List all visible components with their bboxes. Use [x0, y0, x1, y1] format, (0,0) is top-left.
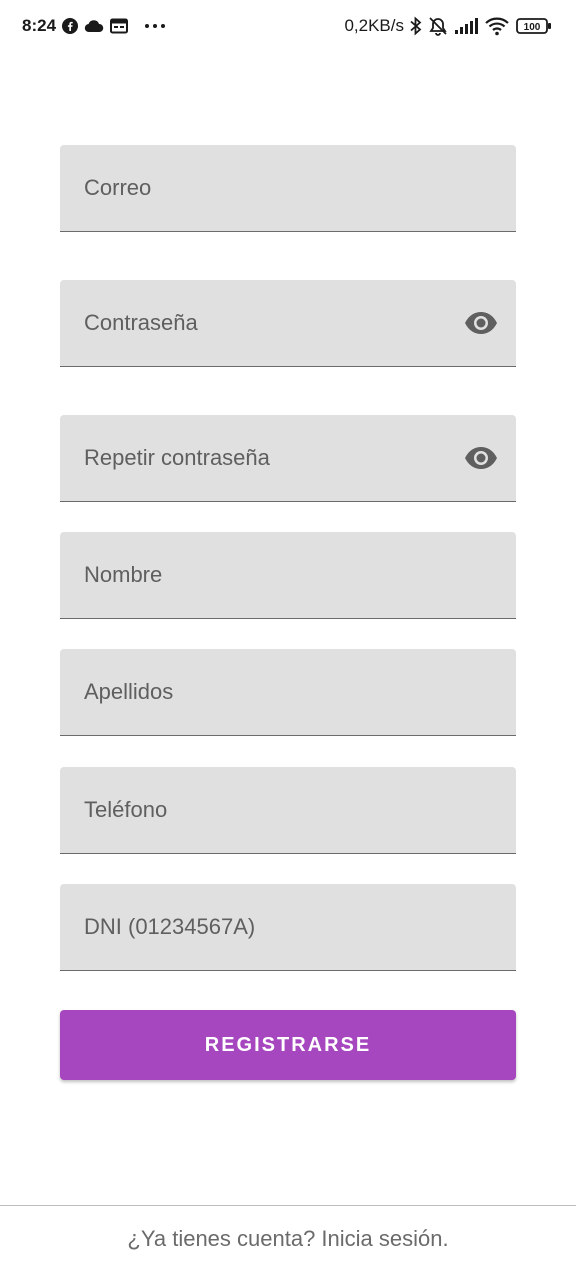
password-field[interactable] — [60, 280, 516, 367]
repeat-password-field[interactable] — [60, 415, 516, 502]
repeat-password-input[interactable] — [60, 415, 516, 501]
network-speed: 0,2KB/s — [344, 16, 404, 35]
toggle-repeat-password-visibility-icon[interactable] — [464, 441, 498, 475]
surname-input[interactable] — [60, 649, 516, 735]
name-field[interactable] — [60, 532, 516, 619]
mute-icon — [428, 16, 448, 36]
phone-field[interactable] — [60, 767, 516, 854]
phone-input[interactable] — [60, 767, 516, 853]
surname-field[interactable] — [60, 649, 516, 736]
footer-divider — [0, 1205, 576, 1206]
name-input[interactable] — [60, 532, 516, 618]
toggle-password-visibility-icon[interactable] — [464, 306, 498, 340]
dni-field[interactable] — [60, 884, 516, 971]
email-input[interactable] — [60, 145, 516, 231]
status-right: 0,2KB/s 100 — [344, 16, 576, 36]
password-input[interactable] — [60, 280, 516, 366]
facebook-icon — [62, 18, 79, 34]
email-field[interactable] — [60, 145, 516, 232]
calendar-icon — [110, 18, 129, 34]
more-icon — [144, 23, 166, 29]
cloud-icon — [84, 19, 104, 33]
status-time: 8:24 — [22, 16, 57, 35]
status-left: 8:24 — [0, 16, 166, 36]
register-button[interactable]: REGISTRARSE — [60, 1010, 516, 1080]
wifi-icon — [484, 16, 510, 36]
battery-level: 100 — [524, 22, 541, 33]
dni-input[interactable] — [60, 884, 516, 970]
status-bar: 8:24 0,2KB/s 100 — [0, 0, 576, 52]
battery-icon: 100 — [516, 17, 552, 35]
login-link[interactable]: ¿Ya tienes cuenta? Inicia sesión. — [0, 1226, 576, 1252]
signal-icon — [454, 17, 478, 35]
bluetooth-icon — [410, 16, 422, 36]
